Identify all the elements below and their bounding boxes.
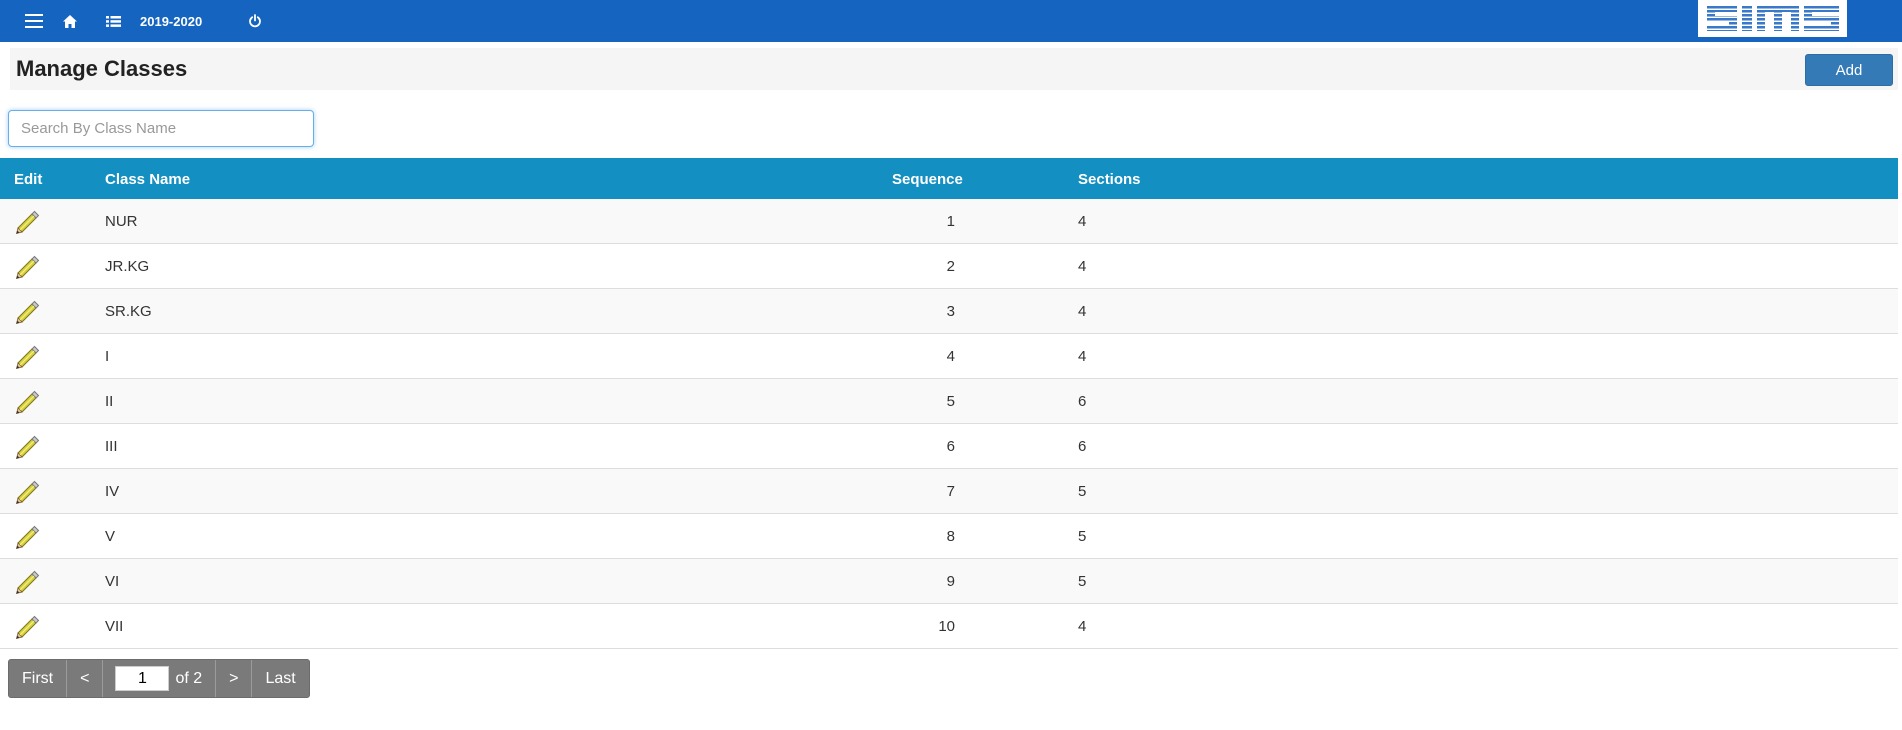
pencil-edit-icon[interactable]	[14, 298, 40, 324]
table-row: III 6 6	[0, 423, 1898, 469]
page-title: Manage Classes	[16, 56, 188, 81]
pencil-edit-icon[interactable]	[14, 478, 40, 504]
sections-cell: 5	[963, 468, 1898, 514]
column-header-sequence[interactable]: Sequence	[892, 158, 963, 199]
prev-page-button[interactable]: <	[67, 660, 104, 697]
classes-table: Edit Class Name Sequence Sections NUR 1 4 JR.K…	[0, 158, 1898, 649]
table-row: II 5 6	[0, 378, 1898, 424]
table-row: IV 7 5	[0, 468, 1898, 514]
sims-logo	[1698, 0, 1847, 37]
pencil-edit-icon[interactable]	[14, 523, 40, 549]
next-page-button[interactable]: >	[216, 660, 253, 697]
page-total-label: of 2	[175, 669, 203, 687]
pencil-edit-icon[interactable]	[14, 613, 40, 639]
logout-button[interactable]	[246, 0, 264, 42]
table-row: VII 10 4	[0, 603, 1898, 649]
table-row: VI 9 5	[0, 558, 1898, 604]
class-name-cell: JR.KG	[91, 243, 892, 289]
home-icon	[63, 14, 77, 28]
sequence-cell: 5	[892, 378, 963, 424]
search-input[interactable]	[8, 110, 314, 147]
page-number-input[interactable]	[115, 666, 170, 691]
sequence-cell: 9	[892, 558, 963, 604]
sequence-cell: 6	[892, 423, 963, 469]
page-header: Manage Classes	[10, 48, 1898, 90]
sequence-cell: 2	[892, 243, 963, 289]
sections-cell: 5	[963, 558, 1898, 604]
class-name-cell: VII	[91, 603, 892, 649]
class-name-cell: VI	[91, 558, 892, 604]
sections-cell: 4	[963, 199, 1898, 244]
column-header-sections[interactable]: Sections	[963, 158, 1898, 199]
academic-year-selector[interactable]: 2019-2020	[140, 0, 202, 42]
sections-cell: 6	[963, 423, 1898, 469]
edit-cell	[0, 513, 91, 559]
edit-cell	[0, 333, 91, 379]
sections-cell: 4	[963, 288, 1898, 334]
table-row: NUR 1 4	[0, 199, 1898, 244]
edit-cell	[0, 288, 91, 334]
sequence-cell: 1	[892, 199, 963, 244]
table-row: JR.KG 2 4	[0, 243, 1898, 289]
edit-cell	[0, 468, 91, 514]
class-name-cell: NUR	[91, 199, 892, 244]
table-row: V85	[0, 513, 1898, 559]
sequence-cell: 4	[892, 333, 963, 379]
home-button[interactable]	[60, 0, 80, 42]
class-name-cell: III	[91, 423, 892, 469]
pencil-edit-icon[interactable]	[14, 208, 40, 234]
table-row: SR.KG 3 4	[0, 288, 1898, 334]
pencil-edit-icon[interactable]	[14, 568, 40, 594]
sections-cell: 6	[963, 378, 1898, 424]
table-row: I44	[0, 333, 1898, 379]
class-name-cell: I	[91, 333, 892, 379]
pagination: First < of 2 > Last	[8, 659, 310, 698]
column-header-edit: Edit	[0, 158, 91, 199]
page-indicator: of 2	[103, 660, 217, 697]
class-name-cell: IV	[91, 468, 892, 514]
column-header-class-name[interactable]: Class Name	[91, 158, 892, 199]
sections-cell: 4	[963, 603, 1898, 649]
edit-cell	[0, 423, 91, 469]
sequence-cell: 10	[892, 603, 963, 649]
sections-cell: 4	[963, 243, 1898, 289]
pencil-edit-icon[interactable]	[14, 343, 40, 369]
edit-cell	[0, 378, 91, 424]
sequence-cell: 8	[892, 513, 963, 559]
edit-cell	[0, 243, 91, 289]
table-header-row: Edit Class Name Sequence Sections	[0, 158, 1898, 199]
edit-cell	[0, 558, 91, 604]
pencil-edit-icon[interactable]	[14, 433, 40, 459]
first-page-button[interactable]: First	[9, 660, 68, 697]
class-name-cell: V	[91, 513, 892, 559]
edit-cell	[0, 199, 91, 244]
list-icon	[105, 15, 121, 27]
list-button[interactable]	[104, 0, 122, 42]
last-page-button[interactable]: Last	[252, 660, 308, 697]
top-navbar: 2019-2020	[0, 0, 1902, 42]
pencil-edit-icon[interactable]	[14, 388, 40, 414]
class-name-cell: SR.KG	[91, 288, 892, 334]
pencil-edit-icon[interactable]	[14, 253, 40, 279]
menu-button[interactable]	[22, 0, 46, 42]
sequence-cell: 7	[892, 468, 963, 514]
menu-icon	[25, 14, 43, 28]
sequence-cell: 3	[892, 288, 963, 334]
edit-cell	[0, 603, 91, 649]
sections-cell: 5	[963, 513, 1898, 559]
add-class-button[interactable]: Add	[1805, 54, 1893, 86]
sections-cell: 4	[963, 333, 1898, 379]
class-name-cell: II	[91, 378, 892, 424]
power-icon	[249, 14, 261, 28]
sims-logo-mark	[1706, 6, 1839, 31]
